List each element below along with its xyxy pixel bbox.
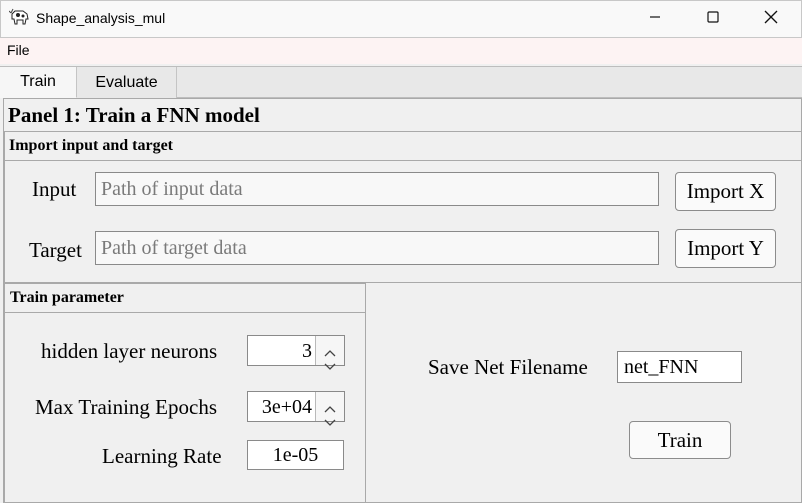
app-icon [8,8,31,28]
hidden-neurons-label: hidden layer neurons [41,339,218,363]
max-epochs-label: Max Training Epochs [35,395,218,419]
train-parameter-title: Train parameter [10,289,124,306]
import-y-button[interactable]: Import Y [675,229,776,268]
target-label: Target [29,238,82,262]
input-label: Input [32,177,77,201]
hidden-neurons-value: 3 [302,340,312,362]
tab-train[interactable]: Train [0,67,77,98]
chevron-down-icon[interactable] [324,409,336,432]
maximize-button[interactable] [684,0,742,38]
spinner-buttons[interactable] [315,392,344,426]
max-epochs-value: 3e+04 [261,396,312,418]
hidden-neurons-spinner[interactable]: 3 [247,335,345,370]
max-epochs-spinner[interactable]: 3e+04 [247,391,345,426]
minimize-icon [649,10,661,28]
import-x-button[interactable]: Import X [675,172,776,211]
save-filename-field[interactable]: net_FNN [617,351,742,383]
learning-rate-label: Learning Rate [102,444,222,468]
panel-title: Panel 1: Train a FNN model [8,103,260,127]
close-icon [764,10,778,29]
chevron-down-icon[interactable] [324,353,336,376]
tab-evaluate[interactable]: Evaluate [77,67,177,98]
save-filename-label: Save Net Filename [428,355,588,379]
close-button[interactable] [742,0,800,38]
input-path-field[interactable]: Path of input data [95,172,659,206]
maximize-icon [707,10,719,28]
window-title: Shape_analysis_mul [36,10,166,26]
spinner-buttons[interactable] [315,336,344,370]
train-button[interactable]: Train [629,421,731,459]
minimize-button[interactable] [626,0,684,38]
learning-rate-field[interactable]: 1e-05 [247,440,344,470]
import-section-title: Import input and target [9,137,174,154]
menu-file[interactable]: File [7,42,30,58]
menu-bar [0,38,802,64]
target-path-field[interactable]: Path of target data [95,231,659,265]
